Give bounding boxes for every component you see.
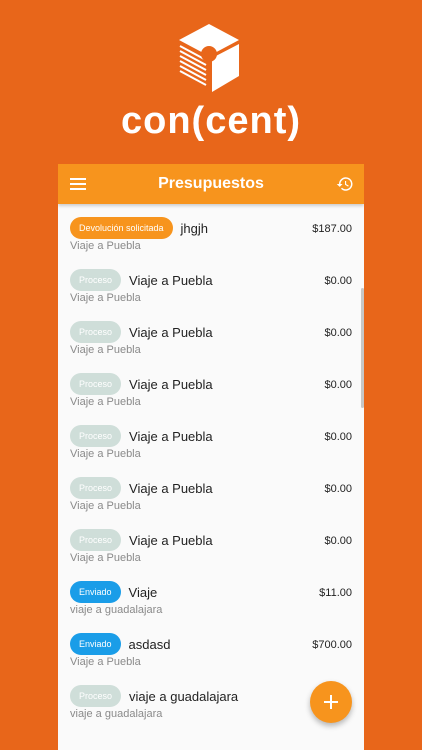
item-name: Viaje [128,584,158,600]
item-name: Viaje a Puebla [129,324,213,340]
list-item[interactable]: Proceso Viaje a Puebla $0.00 Viaje a Pue… [58,320,364,372]
history-icon[interactable] [336,175,354,193]
item-amount: $11.00 [319,587,352,599]
status-badge: Proceso [70,269,122,291]
brand-wordmark: con(cent) [121,100,301,142]
item-amount: $0.00 [324,275,352,287]
status-badge: Proceso [70,529,122,551]
list-item[interactable]: Proceso Viaje a Puebla $0.00 Viaje a Pue… [58,372,364,424]
item-subtitle: viaje a guadalajara [70,708,163,720]
item-subtitle: Viaje a Puebla [70,292,141,304]
list-item[interactable]: Enviado Viaje $11.00 viaje a guadalajara [58,580,364,632]
item-name: viaje a guadalajara [129,688,239,704]
item-subtitle: Viaje a Puebla [70,552,141,564]
item-amount: $0.00 [324,535,352,547]
budget-list: Devolución solicitada jhgjh $187.00 Viaj… [58,204,364,736]
list-scrollbar[interactable] [361,288,364,408]
concent-logo-icon [179,24,239,92]
item-name: Viaje a Puebla [129,428,213,444]
list-item[interactable]: Proceso Viaje a Puebla $0.00 Viaje a Pue… [58,528,364,580]
hamburger-menu-icon[interactable] [70,178,86,190]
item-amount: $0.00 [324,379,352,391]
item-subtitle: Viaje a Puebla [70,240,141,252]
item-subtitle: Viaje a Puebla [70,500,141,512]
item-subtitle: Viaje a Puebla [70,344,141,356]
list-item[interactable]: Enviado asdasd $700.00 Viaje a Puebla [58,632,364,684]
status-badge: Proceso [70,685,122,707]
item-amount: $187.00 [312,223,352,235]
item-amount: $0.00 [324,327,352,339]
item-subtitle: Viaje a Puebla [70,448,141,460]
status-badge: Proceso [70,321,122,343]
add-budget-button[interactable] [310,681,352,723]
list-item[interactable]: Proceso Viaje a Puebla $0.00 Viaje a Pue… [58,424,364,476]
list-item[interactable]: Proceso Viaje a Puebla $0.00 Viaje a Pue… [58,268,364,320]
item-name: Viaje a Puebla [129,480,213,496]
item-name: Viaje a Puebla [129,272,213,288]
item-amount: $0.00 [324,431,352,443]
status-badge: Enviado [70,633,121,655]
item-name: Viaje a Puebla [129,376,213,392]
status-badge: Proceso [70,373,122,395]
list-item[interactable]: Proceso Viaje a Puebla $0.00 Viaje a Pue… [58,476,364,528]
status-badge: Proceso [70,477,122,499]
item-name: asdasd [128,636,171,652]
list-item[interactable]: Devolución solicitada jhgjh $187.00 Viaj… [58,216,364,268]
item-subtitle: viaje a guadalajara [70,604,163,616]
status-badge: Proceso [70,425,122,447]
status-badge: Devolución solicitada [70,217,173,239]
item-amount: $700.00 [312,639,352,651]
status-badge: Enviado [70,581,121,603]
plus-icon [324,695,338,709]
item-subtitle: Viaje a Puebla [70,656,141,668]
item-subtitle: Viaje a Puebla [70,396,141,408]
item-name: jhgjh [180,220,209,236]
app-screen-card: Presupuestos Devolución solicitada jhgjh… [58,164,364,750]
app-bar: Presupuestos [58,164,364,204]
item-amount: $0.00 [324,483,352,495]
screen: con(cent) Presupuestos Devolución solici… [0,0,422,750]
page-title: Presupuestos [158,175,264,192]
item-name: Viaje a Puebla [129,532,213,548]
